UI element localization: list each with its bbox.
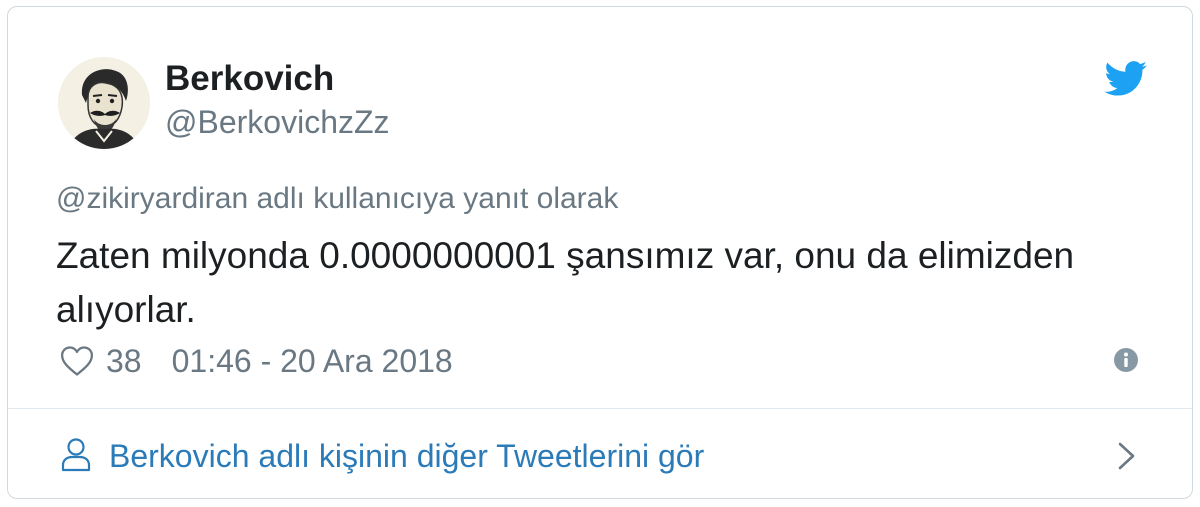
like-button[interactable]: 38 [60, 343, 172, 380]
tweet-timestamp[interactable]: 01:46 - 20 Ara 2018 [172, 343, 453, 380]
user-outline-svg [61, 438, 91, 472]
like-count: 38 [106, 342, 142, 379]
chevron-right-icon [1116, 441, 1138, 471]
avatar[interactable] [58, 57, 150, 149]
twitter-bird-svg [1104, 61, 1147, 96]
see-more-tweets-link[interactable]: Berkovich adlı kişinin diğer Tweetlerini… [8, 409, 1192, 498]
tweet-meta: 38 01:46 - 20 Ara 2018 [60, 341, 453, 381]
twitter-bird-icon[interactable] [1104, 61, 1148, 97]
tweet-text: Zaten milyonda 0.0000000001 şansımız var… [56, 235, 1075, 330]
embedded-tweet-card: Berkovich @BerkovichzZz @zikiryardiran a… [7, 6, 1193, 499]
info-circle-svg [1114, 348, 1138, 372]
see-more-tweets-label: Berkovich adlı kişinin diğer Tweetlerini… [109, 438, 705, 474]
chevron-right-svg [1118, 442, 1135, 470]
info-circle-icon[interactable] [1113, 347, 1139, 373]
user-outline-icon [61, 438, 91, 472]
author-handle[interactable]: @BerkovichzZz [165, 103, 390, 141]
author-name[interactable]: Berkovich [165, 59, 334, 99]
heart-outline-icon [60, 346, 94, 376]
avatar-illustration [58, 57, 150, 149]
reply-context[interactable]: @zikiryardiran adlı kullanıcıya yanıt ol… [56, 181, 618, 217]
